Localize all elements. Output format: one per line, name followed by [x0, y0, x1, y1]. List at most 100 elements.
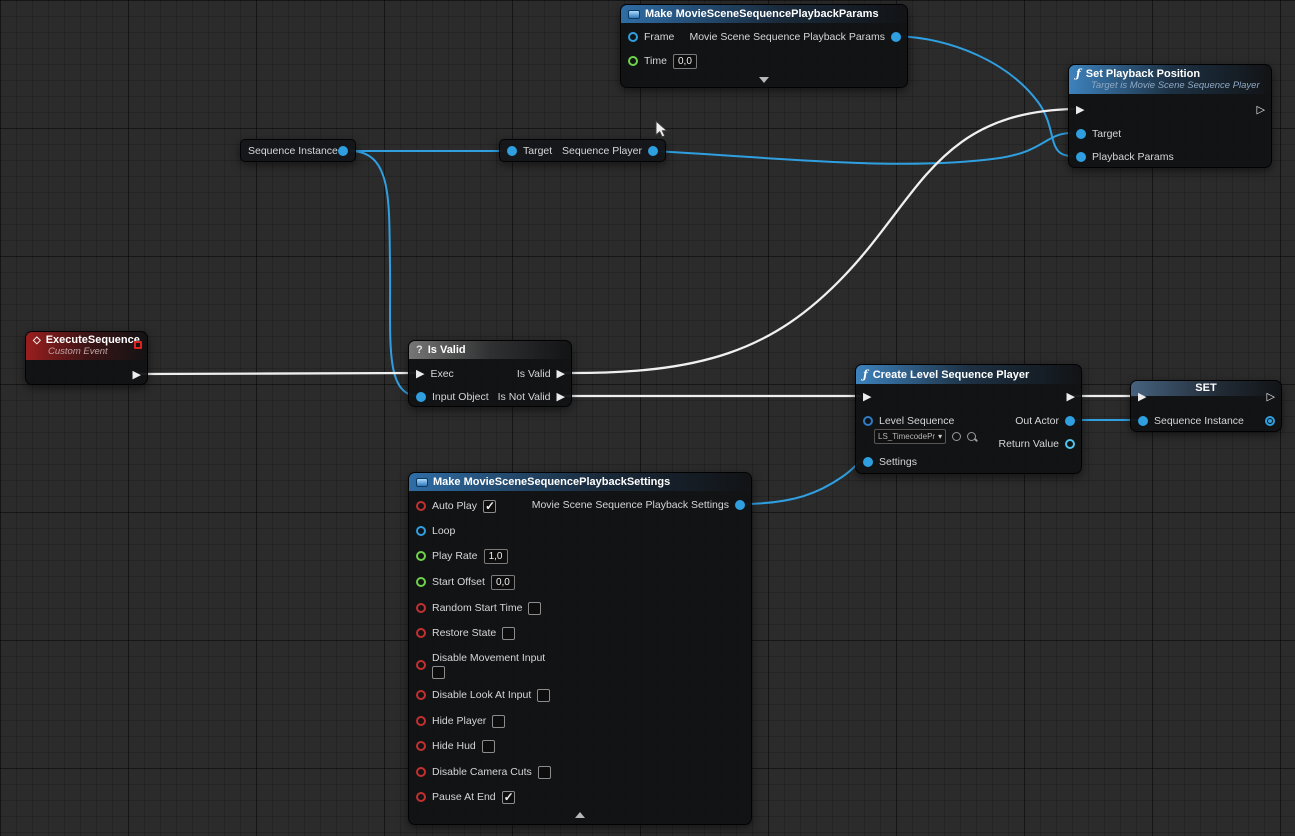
pin-row — [1067, 389, 1075, 405]
out-actor-pin[interactable] — [1065, 416, 1075, 426]
asset-name: LS_TimecodePr — [878, 432, 935, 441]
disable-look-at-input-checkbox[interactable] — [537, 689, 550, 702]
exec-out-pin[interactable] — [1267, 392, 1275, 403]
level-sequence-pin[interactable] — [863, 416, 873, 426]
start-offset-pin[interactable] — [416, 577, 426, 587]
play-rate-input[interactable]: 1,0 — [484, 549, 508, 564]
sequence-player-output-pin[interactable] — [648, 146, 658, 156]
auto-play-pin[interactable] — [416, 501, 426, 511]
node-title: Make MovieSceneSequencePlaybackParams — [645, 8, 879, 20]
node-subtitle: Custom Event — [48, 346, 139, 357]
node-set-playback-position[interactable]: Set Playback Position Target is Movie Sc… — [1068, 64, 1272, 168]
disable-camera-cuts-checkbox[interactable] — [538, 766, 551, 779]
exec-in-pin[interactable] — [416, 369, 424, 380]
restore-state-checkbox[interactable] — [502, 627, 515, 640]
exec-in-pin[interactable] — [1138, 392, 1146, 403]
disable-movement-input-pin[interactable] — [416, 660, 426, 670]
node-make-playback-settings[interactable]: Make MovieSceneSequencePlaybackSettings … — [408, 472, 752, 825]
pin-row — [1257, 102, 1265, 118]
params-output-pin[interactable] — [891, 32, 901, 42]
node-set-sequence-instance[interactable]: SET Sequence Instance — [1130, 380, 1282, 432]
node-header[interactable]: Set Playback Position Target is Movie Sc… — [1069, 65, 1271, 94]
exec-in-pin[interactable] — [863, 392, 871, 403]
hide-player-checkbox[interactable] — [492, 715, 505, 728]
node-create-level-sequence-player[interactable]: Create Level Sequence Player Level Seque… — [855, 364, 1082, 474]
pin-row: Frame — [628, 29, 674, 45]
hide-player-pin[interactable] — [416, 716, 426, 726]
custom-event-icon — [33, 334, 41, 346]
node-header[interactable]: ? Is Valid — [409, 341, 571, 359]
wire-exec-event-to-is-valid[interactable] — [138, 373, 416, 374]
sequence-instance-output-pin[interactable] — [338, 146, 348, 156]
node-header[interactable]: Make MovieSceneSequencePlaybackSettings — [409, 473, 751, 491]
asset-dropdown[interactable]: LS_TimecodePr — [874, 429, 946, 444]
pin-row: Hide Player — [416, 713, 505, 729]
hide-hud-checkbox[interactable] — [482, 740, 495, 753]
return-value-pin[interactable] — [1065, 439, 1075, 449]
collapse-chevron-icon[interactable] — [759, 77, 769, 83]
node-title: Is Valid — [428, 344, 466, 356]
exec-in-pin[interactable] — [1076, 105, 1084, 116]
node-header[interactable]: Make MovieSceneSequencePlaybackParams — [621, 5, 907, 23]
node-header[interactable]: SET — [1131, 381, 1281, 396]
restore-state-pin[interactable] — [416, 628, 426, 638]
mouse-cursor — [654, 120, 672, 140]
is-not-valid-exec-pin[interactable] — [557, 392, 565, 403]
node-header[interactable]: ExecuteSequence Custom Event — [26, 332, 147, 360]
frame-pin[interactable] — [628, 32, 638, 42]
node-is-valid[interactable]: ? Is Valid Exec Is Valid Input Object Is… — [408, 340, 572, 407]
exec-out-pin[interactable] — [1067, 392, 1075, 403]
pin-row: Pause At End — [416, 789, 515, 805]
node-execute-sequence[interactable]: ExecuteSequence Custom Event — [25, 331, 148, 385]
pin-row: Random Start Time — [416, 600, 541, 616]
pin-label: Play Rate — [432, 550, 478, 562]
hide-hud-pin[interactable] — [416, 741, 426, 751]
wire-data-settings-to-settings[interactable] — [741, 461, 861, 504]
use-selected-icon[interactable] — [952, 432, 961, 441]
browse-icon[interactable] — [967, 432, 976, 441]
pin-row — [1267, 389, 1275, 405]
sequence-instance-pin[interactable] — [1138, 416, 1148, 426]
output-value-pin[interactable] — [1265, 416, 1275, 426]
disable-camera-cuts-pin[interactable] — [416, 767, 426, 777]
wire-data-sequence-player-to-target[interactable] — [653, 133, 1072, 164]
node-header[interactable]: Create Level Sequence Player — [856, 365, 1081, 384]
pin-row: Is Not Valid — [498, 389, 565, 405]
time-pin[interactable] — [628, 56, 638, 66]
exec-out-pin[interactable] — [1257, 105, 1265, 116]
node-get-sequence-instance[interactable]: Sequence Instance — [240, 139, 356, 162]
random-start-time-checkbox[interactable] — [528, 602, 541, 615]
disable-look-at-input-pin[interactable] — [416, 690, 426, 700]
loop-pin[interactable] — [416, 526, 426, 536]
pause-at-end-pin[interactable] — [416, 792, 426, 802]
wire-data-params-to-playback-params[interactable] — [896, 36, 1072, 156]
settings-output-pin[interactable] — [735, 500, 745, 510]
target-pin[interactable] — [507, 146, 517, 156]
playback-params-pin[interactable] — [1076, 152, 1086, 162]
node-subtitle: Target is Movie Scene Sequence Player — [1091, 80, 1263, 91]
disable-movement-input-checkbox[interactable] — [432, 666, 445, 679]
start-offset-input[interactable]: 0,0 — [491, 575, 515, 590]
target-pin[interactable] — [1076, 129, 1086, 139]
pin-label: Exec — [430, 368, 453, 380]
pin-row: Is Valid — [517, 366, 565, 382]
auto-play-checkbox[interactable] — [483, 500, 496, 513]
input-object-pin[interactable] — [416, 392, 426, 402]
time-value-input[interactable]: 0,0 — [673, 54, 697, 69]
pin-row: Disable Look At Input — [416, 687, 550, 703]
exec-out-pin[interactable] — [133, 370, 141, 381]
random-start-time-pin[interactable] — [416, 603, 426, 613]
node-make-playback-params[interactable]: Make MovieSceneSequencePlaybackParams Fr… — [620, 4, 908, 88]
pin-label: Sequence Player — [562, 145, 642, 157]
is-valid-exec-pin[interactable] — [557, 369, 565, 380]
pin-row — [863, 389, 871, 405]
settings-pin[interactable] — [863, 457, 873, 467]
delegate-pin[interactable] — [134, 341, 142, 349]
node-title: ExecuteSequence — [46, 334, 140, 346]
play-rate-pin[interactable] — [416, 551, 426, 561]
node-get-sequence-player[interactable]: Target Sequence Player — [499, 139, 666, 162]
pause-at-end-checkbox[interactable] — [502, 791, 515, 804]
pin-row: Loop — [416, 523, 455, 539]
collapse-chevron-icon[interactable] — [575, 812, 585, 818]
pin-label: Time — [644, 55, 667, 67]
